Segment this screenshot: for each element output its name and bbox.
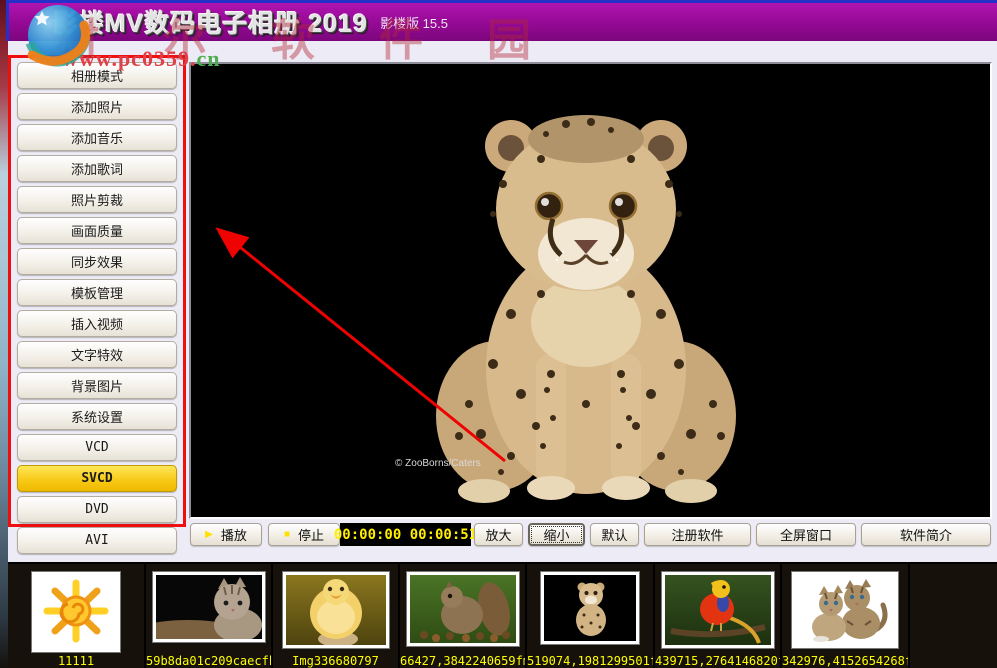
thumbnail-sun[interactable]: 11111 (8, 564, 146, 668)
sidebar-button-add-music[interactable]: 添加音乐 (17, 124, 177, 151)
stop-icon: ■ (284, 530, 290, 540)
thumbnail-caption: Img336680797 (273, 654, 398, 668)
sidebar-button-album-mode[interactable]: 相册模式 (17, 62, 177, 89)
thumbnail-caption: 59b8da01c209caecfb18 (146, 654, 271, 668)
sidebar-button-dvd[interactable]: DVD (17, 496, 177, 523)
titlebar: 影楼MV数码电子相册 2019 影楼版 15.5 (6, 0, 997, 41)
fullscreen-button[interactable]: 全屏窗口 (756, 523, 856, 546)
thumbnail-caption: 66427,3842240659fm=2 (400, 654, 525, 668)
software-intro-button[interactable]: 软件简介 (861, 523, 991, 546)
register-software-button[interactable]: 注册软件 (644, 523, 751, 546)
play-label: 播放 (221, 525, 247, 544)
thumbnail-cheetah-cub-image (541, 572, 639, 644)
sidebar-button-background-image[interactable]: 背景图片 (17, 372, 177, 399)
sidebar-button-vcd[interactable]: VCD (17, 434, 177, 461)
stop-label: 停止 (298, 525, 324, 544)
thumbnail-two-kittens-image (792, 572, 898, 648)
play-button[interactable]: ▶ 播放 (190, 523, 262, 546)
preview-panel: © ZooBorns/Caters (189, 62, 992, 519)
sidebar-button-avi[interactable]: AVI (17, 527, 177, 554)
sidebar-button-add-photos[interactable]: 添加照片 (17, 93, 177, 120)
stop-button[interactable]: ■ 停止 (268, 523, 340, 546)
thumbnail-duckling[interactable]: Img336680797 (273, 564, 400, 668)
photo-copyright: © ZooBorns/Caters (395, 458, 481, 469)
sidebar-button-picture-quality[interactable]: 画面质量 (17, 217, 177, 244)
sidebar-button-system-settings[interactable]: 系统设置 (17, 403, 177, 430)
sidebar-button-template-manager[interactable]: 模板管理 (17, 279, 177, 306)
sidebar-button-sync-effects[interactable]: 同步效果 (17, 248, 177, 275)
thumbnail-golden-pheasant[interactable]: 439715,2764146820fm= (655, 564, 782, 668)
thumbnail-kitten-dark-image (153, 572, 265, 642)
sidebar-button-insert-video[interactable]: 插入视频 (17, 310, 177, 337)
play-icon: ▶ (205, 530, 213, 540)
timer-display: 00:00:00 00:00:51 (340, 523, 471, 546)
zoom-out-button[interactable]: 缩小 (528, 523, 585, 546)
zoom-in-button[interactable]: 放大 (474, 523, 523, 546)
sidebar-button-add-lyrics[interactable]: 添加歌词 (17, 155, 177, 182)
sidebar-button-photo-crop[interactable]: 照片剪裁 (17, 186, 177, 213)
thumbnail-squirrel[interactable]: 66427,3842240659fm=2 (400, 564, 527, 668)
thumbnail-caption: 11111 (8, 654, 144, 668)
window-edition: 影楼版 15.5 (380, 13, 448, 32)
thumbnail-sun-image (32, 572, 120, 652)
thumbnail-caption: 439715,2764146820fm= (655, 654, 780, 668)
sidebar-button-svcd[interactable]: SVCD (17, 465, 177, 492)
thumbnail-cheetah-cub[interactable]: 519074,1981299501fm= (527, 564, 655, 668)
thumbnail-strip: 11111 59b8da01c209caecfb18 (8, 562, 997, 668)
preview-photo-cheetah-cub (191, 64, 990, 517)
thumbnail-duckling-image (283, 572, 389, 648)
thumbnail-two-kittens[interactable]: 342976,4152654268fm= (782, 564, 910, 668)
thumbnail-empty-slot (910, 564, 997, 668)
thumbnail-caption: 519074,1981299501fm= (527, 654, 653, 668)
thumbnail-golden-pheasant-image (662, 572, 774, 648)
default-button[interactable]: 默认 (590, 523, 639, 546)
desktop-background-strip (0, 0, 8, 668)
thumbnail-caption: 342976,4152654268fm= (782, 654, 908, 668)
application-window: 影楼MV数码电子相册 2019 影楼版 15.5 村尔软件园 www.pc035… (0, 0, 997, 668)
thumbnail-squirrel-image (407, 572, 519, 646)
window-title: 影楼MV数码电子相册 2019 (53, 4, 368, 40)
sidebar-button-text-effects[interactable]: 文字特效 (17, 341, 177, 368)
sidebar: 相册模式 添加照片 添加音乐 添加歌词 照片剪裁 画面质量 同步效果 模板管理 … (8, 55, 186, 527)
thumbnail-kitten-dark[interactable]: 59b8da01c209caecfb18 (146, 564, 273, 668)
